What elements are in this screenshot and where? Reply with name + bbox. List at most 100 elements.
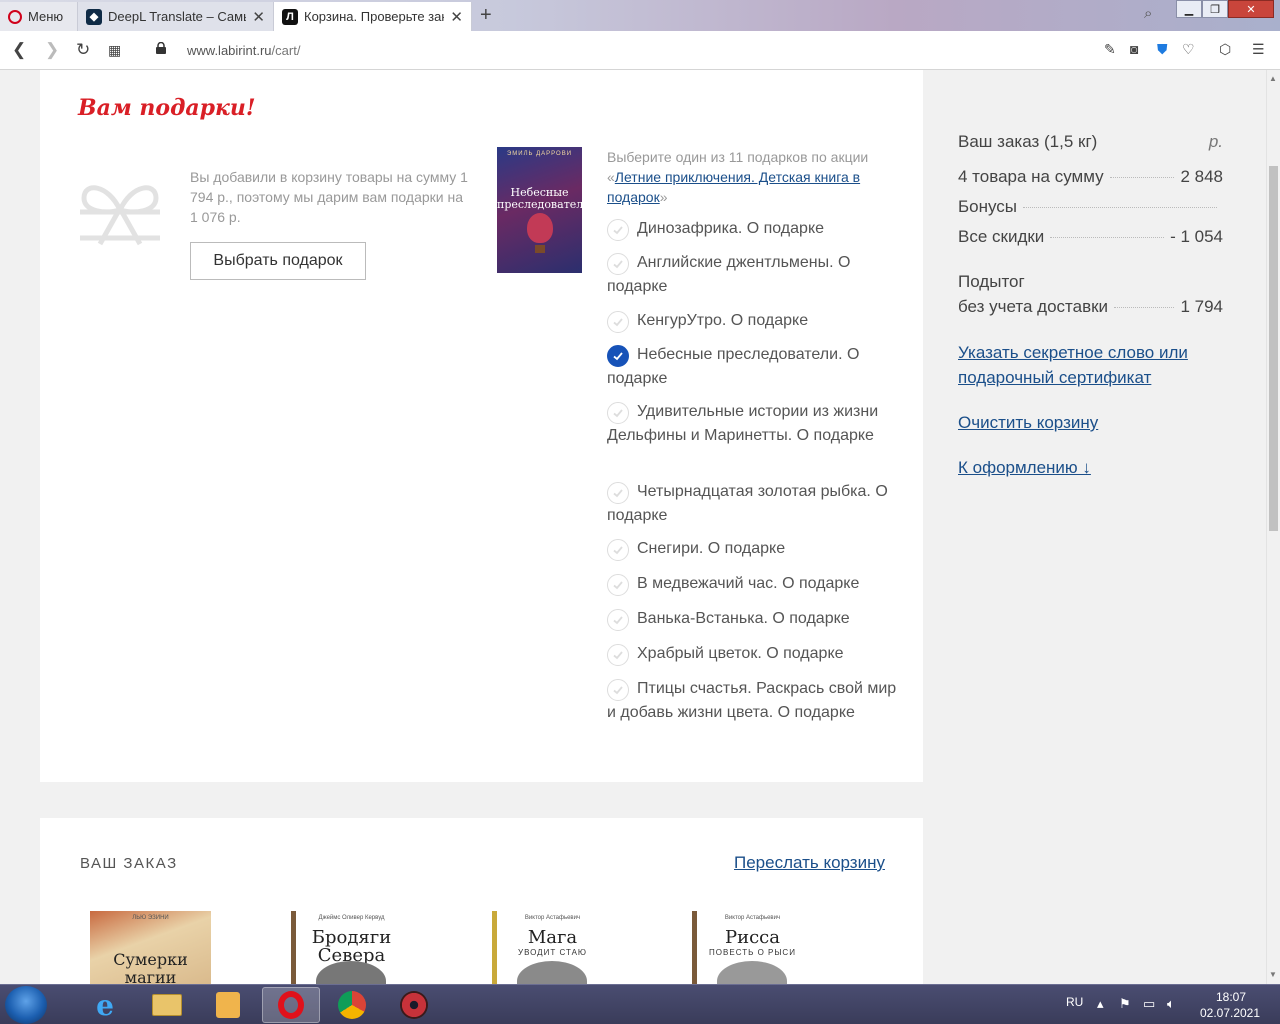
new-tab-icon[interactable]: + [480,4,492,27]
order-book-3[interactable]: Виктор Астафьевич Мага УВОДИТ СТАЮ [492,911,613,984]
forward-icon[interactable]: ❯ [45,40,59,60]
volume-icon[interactable]: 🔈︎ [1167,996,1175,1012]
scroll-thumb[interactable] [1269,166,1278,531]
book-title: Сумерки магии [113,950,188,985]
tray-expand-icon[interactable]: ▴ [1097,996,1104,1012]
speed-dial-icon[interactable]: ▦ [108,42,121,59]
media-player-icon [216,992,240,1018]
gift-description: Вы добавили в корзину товары на сумму 1 … [190,169,468,225]
taskbar-opera[interactable] [262,987,320,1023]
gift-option-label: В медвежачий час. О подарке [637,575,860,592]
book-author: Джеймс Оливер Кервуд [318,915,385,921]
gift-option[interactable]: Удивительные истории из жизни Дельфины и… [607,400,897,448]
start-button[interactable] [5,986,47,1024]
gift-option[interactable]: КенгурУтро. О подарке [607,309,897,333]
menu-icon[interactable]: ☰ [1252,41,1265,58]
taskbar-ie[interactable]: e [76,987,134,1023]
camera-icon[interactable]: ◙ [1130,41,1138,57]
gifts-title: Вам подарки! [78,95,256,121]
choose-gift-button[interactable]: Выбрать подарок [190,242,366,280]
heart-icon[interactable]: ♡ [1182,41,1195,58]
labirint-icon: Л [282,8,298,25]
checked-radio-icon[interactable] [607,345,629,367]
tab-cart[interactable]: Л Корзина. Проверьте заказ ✕ [274,2,472,31]
currency-label: р. [1208,132,1223,151]
deepl-icon: ◆ [86,8,102,25]
opera-menu-tab[interactable]: Меню [0,2,78,31]
subtotal-label: Подытог [958,272,1025,291]
bonus-label: Бонусы [958,197,1018,216]
search-tabs-icon[interactable]: ⌕ [1144,5,1152,22]
unchecked-radio-icon[interactable] [607,644,629,666]
checkout-link[interactable]: К оформлению ↓ [958,455,1091,480]
chrome-icon [338,991,366,1019]
lock-icon [156,42,166,54]
address-bar: ❮ ❯ ↻ ▦ www.labirint.ru/cart/ ✎ ◙ ⛊ ♡ ⬡ … [0,31,1280,70]
gift-option[interactable]: Храбрый цветок. О подарке [607,642,897,666]
unchecked-radio-icon[interactable] [607,679,629,701]
unchecked-radio-icon[interactable] [607,311,629,333]
clock-time[interactable]: 18:07 [1205,990,1257,1004]
order-book-1[interactable]: ЛЬЮ ЭЗИНИ Сумерки магии [90,911,211,984]
clear-cart-link[interactable]: Очистить корзину [958,410,1098,435]
gift-option[interactable]: Ванька-Встанька. О подарке [607,607,897,631]
gift-option-label: Храбрый цветок. О подарке [637,645,844,662]
language-indicator[interactable]: RU [1066,995,1083,1009]
unchecked-radio-icon[interactable] [607,402,629,424]
close-tab-icon[interactable]: ✕ [450,8,463,26]
maximize-window-button[interactable]: ❐ [1202,0,1228,18]
send-cart-link[interactable]: Переслать корзину [734,853,885,873]
back-icon[interactable]: ❮ [12,40,26,60]
close-tab-icon[interactable]: ✕ [252,8,265,26]
summary-bonus-row: Бонусы [958,197,1223,217]
discount-label: Все скидки [958,227,1045,246]
adblock-shield-icon[interactable]: ⛊ [1157,41,1168,58]
unchecked-radio-icon[interactable] [607,253,629,275]
unchecked-radio-icon[interactable] [607,574,629,596]
clock-date[interactable]: 02.07.2021 [1197,1006,1263,1020]
gift-option-label: Английские джентльмены. О подарке [607,254,851,295]
edit-icon[interactable]: ✎ [1104,41,1116,58]
summary-subtotal-title: Подытог [958,272,1223,292]
page-scrollbar[interactable]: ▲ ▼ [1266,70,1280,984]
taskbar-explorer[interactable] [138,987,196,1023]
order-book-2[interactable]: Джеймс Оливер Кервуд Бродяги Севера [291,911,412,984]
folder-icon [152,994,182,1016]
network-icon[interactable]: ▭ [1143,996,1155,1012]
book-author: Виктор Астафьевич [724,915,781,921]
unchecked-radio-icon[interactable] [607,482,629,504]
lynx-illustration [717,961,787,984]
gift-offer-text: Выберите один из 11 подарков по акции «Л… [607,147,897,207]
gift-option[interactable]: Английские джентльмены. О подарке [607,251,897,299]
taskbar-app-eye[interactable] [385,987,443,1023]
tab-deepl[interactable]: ◆ DeepL Translate – Самый т ✕ [78,2,274,31]
url-field[interactable]: www.labirint.ru/cart/ [187,43,300,58]
gift-option[interactable]: Птицы счастья. Раскрась свой мир и добав… [607,677,897,725]
gift-option[interactable]: Динозафрика. О подарке [607,217,897,241]
secret-word-link[interactable]: Указать секретное слово или подарочный с… [958,340,1188,390]
gift-option[interactable]: В медвежачий час. О подарке [607,572,897,596]
book-subtitle: УВОДИТ СТАЮ [517,948,588,957]
scroll-down-icon[interactable]: ▼ [1269,970,1277,979]
taskbar-media[interactable] [199,987,257,1023]
gift-option[interactable]: Снегири. О подарке [607,537,897,561]
unchecked-radio-icon[interactable] [607,219,629,241]
taskbar-chrome[interactable] [323,987,381,1023]
close-window-button[interactable]: ✕ [1228,0,1274,18]
order-card: ВАШ ЗАКАЗ Переслать корзину ЛЬЮ ЭЗИНИ Су… [40,818,923,984]
minimize-window-button[interactable]: ▁ [1176,0,1202,18]
unchecked-radio-icon[interactable] [607,609,629,631]
order-book-4[interactable]: Виктор Астафьевич Рисса ПОВЕСТЬ О РЫСИ [692,911,813,984]
eye-app-icon [400,991,428,1019]
cover-title: Небесные преследователи [497,186,582,211]
action-center-icon[interactable]: ⚑ [1119,996,1131,1012]
unchecked-radio-icon[interactable] [607,539,629,561]
gift-option-label: Небесные преследователи. О подарке [607,346,860,387]
gift-option[interactable]: Небесные преследователи. О подарке [607,343,897,391]
promo-link[interactable]: Летние приключения. Детская книга в пода… [607,169,860,205]
gift-book-cover[interactable]: ЭМИЛЬ ДАРРОВИ Небесные преследователи [497,147,582,273]
scroll-up-icon[interactable]: ▲ [1269,74,1277,83]
gift-option[interactable]: Четырнадцатая золотая рыбка. О подарке [607,480,897,528]
reload-icon[interactable]: ↻ [76,40,90,60]
cube-icon[interactable]: ⬡ [1219,41,1231,58]
